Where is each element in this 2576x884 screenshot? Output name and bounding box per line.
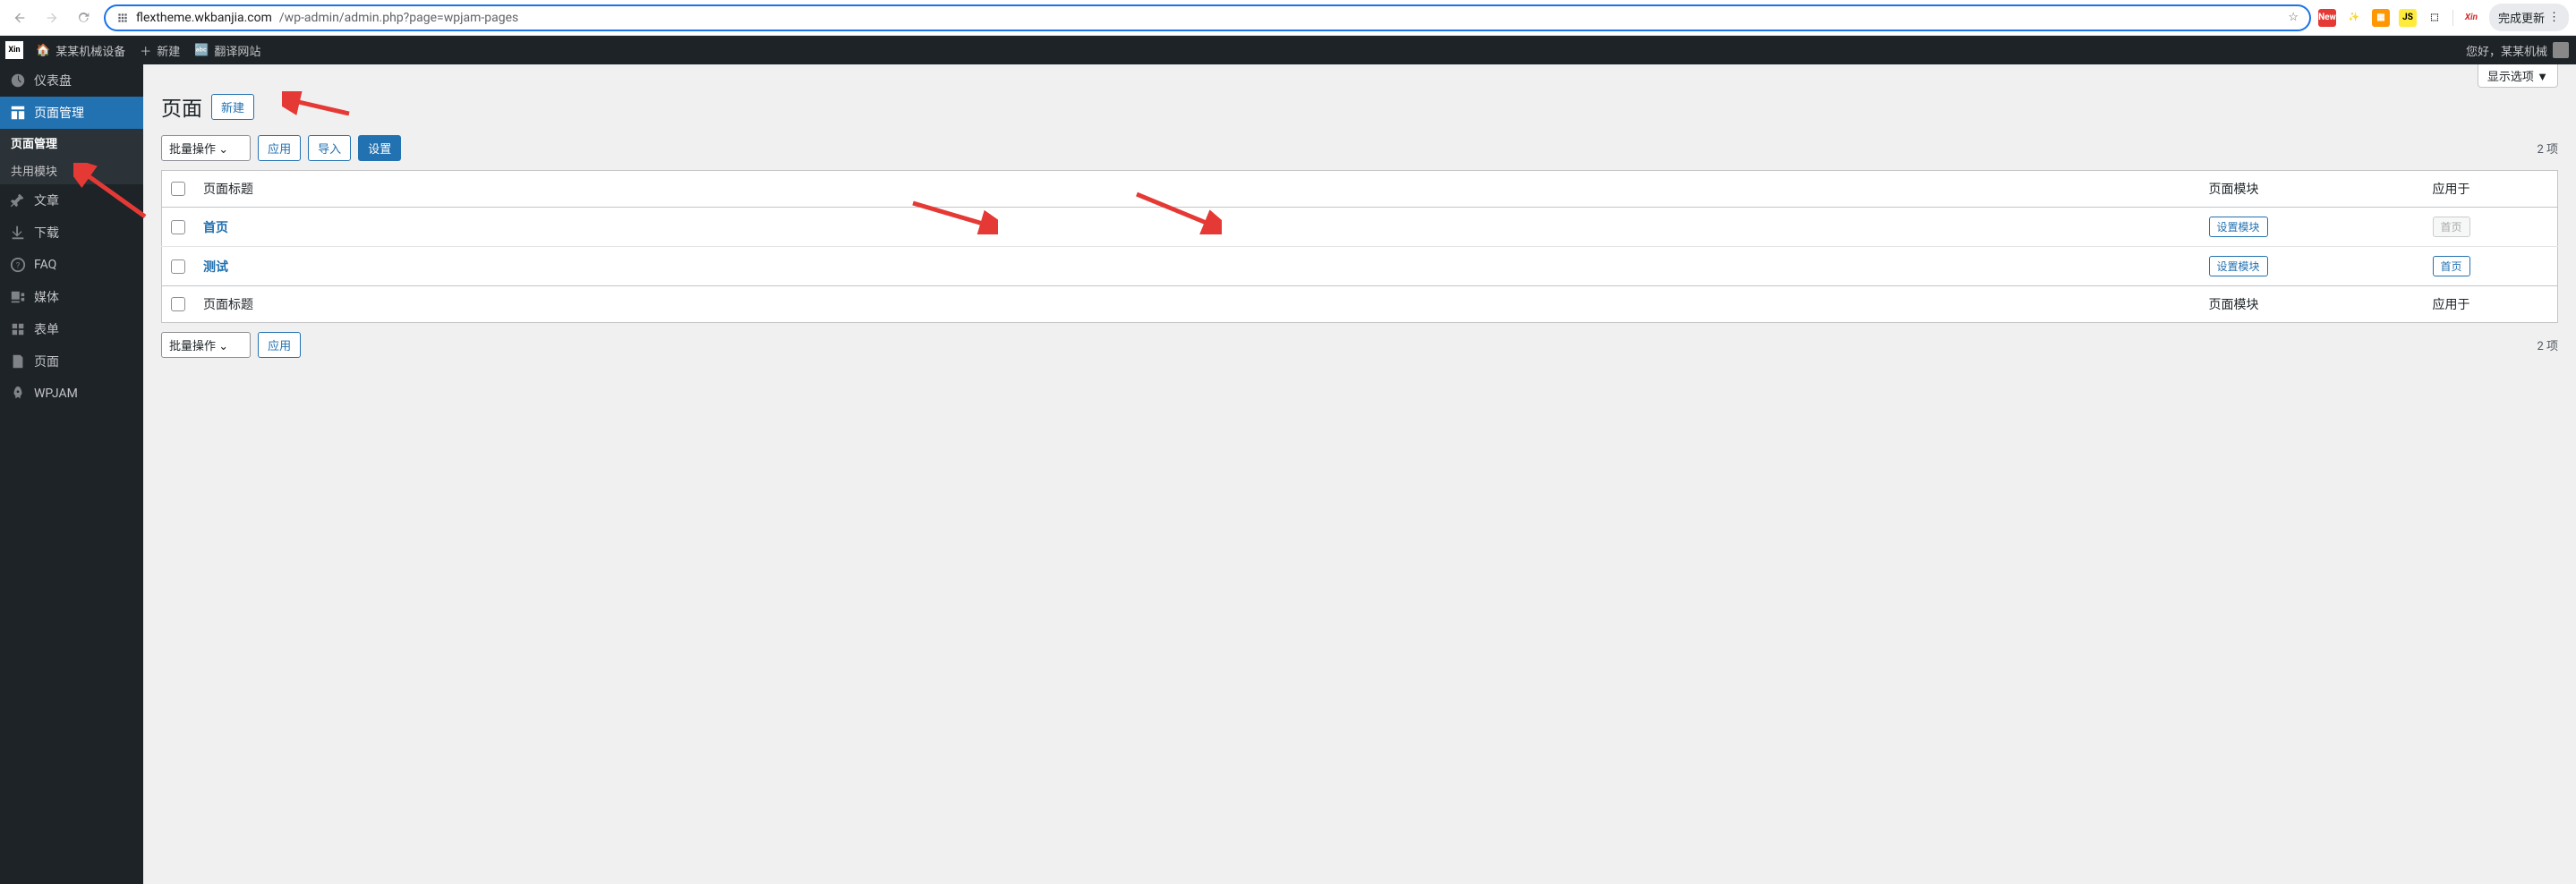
col-apply: 应用于 [2424, 171, 2558, 208]
item-count-bottom: 2 项 [2537, 336, 2558, 353]
content-area: 显示选项 ▼ 页面 新建 批量操作 ⌄ 应用 导入 设置 2 项 页面标题 页面… [143, 64, 2576, 884]
page-link[interactable]: 测试 [203, 260, 228, 275]
menu-forms[interactable]: 表单 [0, 313, 143, 345]
submenu-page-mgmt[interactable]: 页面管理 [0, 129, 143, 157]
apply-to-button[interactable]: 首页 [2433, 256, 2470, 276]
translate-icon: 🔤 [194, 44, 209, 57]
site-settings-icon [116, 12, 129, 24]
url-domain: flextheme.wkbanjia.com [136, 11, 272, 25]
item-count: 2 项 [2537, 140, 2558, 157]
url-path: /wp-admin/admin.php?page=wpjam-pages [279, 11, 518, 25]
home-icon: 🏠 [36, 44, 50, 57]
page-link[interactable]: 首页 [203, 221, 228, 235]
menu-faq[interactable]: ? FAQ [0, 249, 143, 281]
apply-bulk-button-bottom[interactable]: 应用 [258, 332, 301, 358]
media-icon [9, 288, 27, 306]
row-checkbox[interactable] [171, 259, 185, 274]
translate-link[interactable]: 🔤 翻译网站 [187, 36, 268, 64]
table-row: 首页 设置模块 首页 [162, 208, 2558, 247]
plus-icon: ＋ [140, 42, 151, 59]
chevron-down-icon: ⌄ [218, 143, 228, 157]
site-link[interactable]: 🏠 某某机械设备 [29, 36, 132, 64]
ext-qr-icon[interactable]: ▦ [2372, 9, 2390, 27]
forward-button[interactable] [39, 5, 64, 30]
settings-button[interactable]: 设置 [358, 135, 401, 161]
col-module: 页面模块 [2200, 171, 2424, 208]
new-page-button[interactable]: 新建 [211, 94, 254, 120]
page-title: 页面 [161, 91, 202, 122]
user-greeting[interactable]: 您好，某某机械 [2466, 42, 2576, 59]
layout-icon [9, 104, 27, 122]
col-title[interactable]: 页面标题 [194, 171, 2200, 208]
submenu-shared-modules[interactable]: 共用模块 [0, 157, 143, 184]
select-all-checkbox[interactable] [171, 182, 185, 196]
reload-button[interactable] [72, 5, 97, 30]
ext-new-icon[interactable]: New [2318, 9, 2336, 27]
menu-media[interactable]: 媒体 [0, 281, 143, 313]
menu-page-management[interactable]: 页面管理 [0, 97, 143, 129]
ext-spark-icon[interactable]: ✨ [2345, 9, 2363, 27]
set-module-button[interactable]: 设置模块 [2209, 256, 2268, 276]
wp-admin-bar: Xin 🏠 某某机械设备 ＋ 新建 🔤 翻译网站 您好，某某机械 [0, 36, 2576, 64]
menu-pages[interactable]: 页面 [0, 345, 143, 378]
ext-puzzle-icon[interactable]: ⬚ [2426, 9, 2444, 27]
extension-icons: New ✨ ▦ JS ⬚ Xin 完成更新 ⋮ [2318, 4, 2569, 31]
chevron-down-icon: ⌄ [218, 340, 228, 353]
update-button[interactable]: 完成更新 ⋮ [2489, 4, 2569, 31]
apply-bulk-button[interactable]: 应用 [258, 135, 301, 161]
table-row: 测试 设置模块 首页 [162, 247, 2558, 286]
download-icon [9, 224, 27, 242]
submenu-page-management: 页面管理 共用模块 [0, 129, 143, 184]
set-module-button[interactable]: 设置模块 [2209, 217, 2268, 237]
ext-xin-icon[interactable]: Xin [2462, 9, 2480, 27]
rocket-icon [9, 385, 27, 403]
menu-dashboard[interactable]: 仪表盘 [0, 64, 143, 97]
user-avatar-icon [2553, 42, 2569, 58]
menu-downloads[interactable]: 下载 [0, 217, 143, 249]
svg-text:?: ? [16, 262, 20, 271]
admin-sidebar: 仪表盘 页面管理 页面管理 共用模块 文章 下载 ? FAQ 媒体 表单 [0, 64, 143, 884]
page-icon [9, 353, 27, 370]
screen-options-toggle[interactable]: 显示选项 ▼ [2478, 64, 2558, 88]
row-checkbox[interactable] [171, 220, 185, 234]
pages-table: 页面标题 页面模块 应用于 首页 设置模块 首页 测试 设置模块 首页 [161, 170, 2558, 323]
url-bar[interactable]: flextheme.wkbanjia.com/wp-admin/admin.ph… [104, 4, 2311, 31]
pin-icon [9, 191, 27, 209]
form-icon [9, 320, 27, 338]
apply-to-button: 首页 [2433, 217, 2470, 237]
bulk-action-select[interactable]: 批量操作 ⌄ [161, 135, 251, 161]
ext-js-icon[interactable]: JS [2399, 9, 2417, 27]
help-icon: ? [9, 256, 27, 274]
menu-posts[interactable]: 文章 [0, 184, 143, 217]
browser-chrome: flextheme.wkbanjia.com/wp-admin/admin.ph… [0, 0, 2576, 36]
back-button[interactable] [7, 5, 32, 30]
dashboard-icon [9, 72, 27, 89]
import-button[interactable]: 导入 [308, 135, 351, 161]
select-all-checkbox-bottom[interactable] [171, 297, 185, 311]
new-content-link[interactable]: ＋ 新建 [132, 36, 187, 64]
theme-logo[interactable]: Xin [5, 41, 23, 59]
bookmark-star-icon[interactable]: ☆ [2288, 11, 2299, 24]
bulk-action-select-bottom[interactable]: 批量操作 ⌄ [161, 332, 251, 358]
menu-wpjam[interactable]: WPJAM [0, 378, 143, 410]
